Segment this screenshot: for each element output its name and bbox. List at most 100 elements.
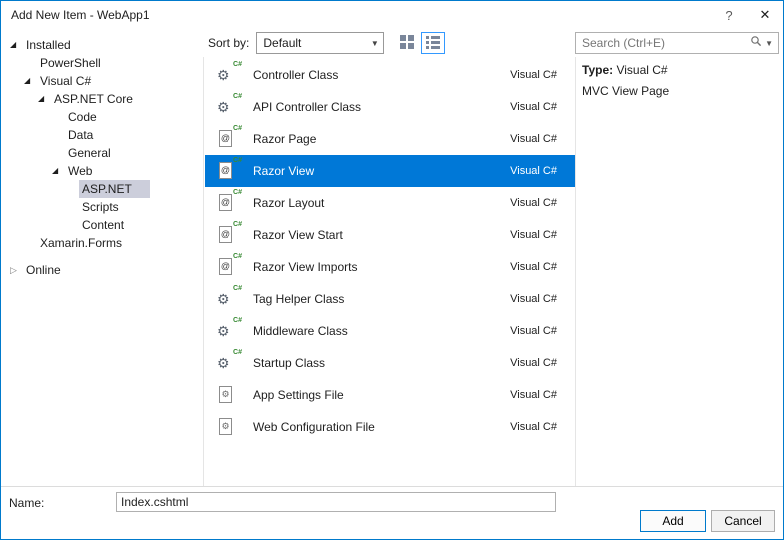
tree-item-general[interactable]: General (2, 144, 202, 162)
template-details: Type: Visual C# MVC View Page (582, 63, 775, 105)
sort-toolbar: Sort by: Default ▼ (208, 32, 446, 54)
template-item-razor-view-start[interactable]: @ C# Razor View Start Visual C# (205, 219, 575, 251)
template-description: MVC View Page (582, 84, 670, 98)
expanded-expander-icon[interactable]: ◢ (52, 162, 65, 180)
list-view-button[interactable] (421, 32, 446, 54)
template-item-razor-layout[interactable]: @ C# Razor Layout Visual C# (205, 187, 575, 219)
tree-item-label: Xamarin.Forms (40, 236, 123, 250)
add-new-item-dialog: Add New Item - WebApp1 ? ✕ ◢ Installed Pow… (0, 0, 784, 540)
tree-item-visual-c[interactable]: ◢ Visual C# (2, 72, 202, 90)
template-item-api-controller-class[interactable]: ⚙ C# API Controller Class Visual C# (205, 91, 575, 123)
tree-item-asp-net[interactable]: ASP.NET (2, 180, 202, 198)
title-bar: Add New Item - WebApp1 ? ✕ (1, 1, 783, 29)
razor-file-icon: @ C# (217, 221, 242, 246)
tree-item-label: Scripts (82, 200, 119, 214)
template-language: Visual C# (510, 229, 557, 241)
tree-item-code[interactable]: Code (2, 108, 202, 126)
list-details-divider (575, 57, 576, 486)
template-item-web-configuration-file[interactable]: ⚙ Web Configuration File Visual C# (205, 411, 575, 443)
razor-file-icon: @ C# (217, 157, 242, 182)
template-language: Visual C# (510, 357, 557, 369)
collapsed-expander-icon[interactable]: ▷ (10, 261, 23, 279)
template-item-startup-class[interactable]: ⚙ C# Startup Class Visual C# (205, 347, 575, 379)
template-language: Visual C# (510, 101, 557, 113)
tree-item-label: Code (68, 110, 97, 124)
close-button[interactable]: ✕ (747, 1, 783, 29)
expanded-expander-icon[interactable]: ◢ (38, 90, 51, 108)
name-label: Name: (9, 496, 45, 510)
razor-file-icon: @ C# (217, 125, 242, 150)
template-item-tag-helper-class[interactable]: ⚙ C# Tag Helper Class Visual C# (205, 283, 575, 315)
sort-dropdown-value: Default (263, 36, 302, 50)
template-item-razor-view-imports[interactable]: @ C# Razor View Imports Visual C# (205, 251, 575, 283)
razor-at-glyph: @ (219, 226, 232, 243)
template-name: Controller Class (253, 68, 339, 82)
search-chevron-down-icon: ▼ (765, 38, 773, 48)
expanded-expander-icon[interactable]: ◢ (10, 36, 23, 54)
gear-glyph: ⚙ (217, 99, 230, 115)
template-item-controller-class[interactable]: ⚙ C# Controller Class Visual C# (205, 59, 575, 91)
tree-item-label: ASP.NET Core (54, 92, 133, 106)
tree-item-installed[interactable]: ◢ Installed (2, 36, 202, 54)
template-name: Startup Class (253, 356, 326, 370)
app-settings-file-icon: ⚙ (217, 384, 241, 406)
tree-item-xamarin-forms[interactable]: Xamarin.Forms (2, 234, 202, 252)
help-button[interactable]: ? (711, 1, 747, 29)
gear-glyph: ⚙ (217, 291, 230, 307)
category-tree: ◢ Installed PowerShell ◢ Visual C# ◢ ASP.NET C… (2, 31, 202, 486)
gear-glyph: ⚙ (217, 323, 230, 339)
tree-item-asp-net-core[interactable]: ◢ ASP.NET Core (2, 90, 202, 108)
csharp-badge: C# (233, 61, 242, 68)
tree-item-data[interactable]: Data (2, 126, 202, 144)
search-box: ▼ (575, 32, 779, 54)
tree-item-label: Web (68, 164, 93, 178)
tree-item-content[interactable]: Content (2, 216, 202, 234)
template-language: Visual C# (510, 69, 557, 81)
template-language: Visual C# (510, 389, 557, 401)
gear-glyph: ⚙ (217, 355, 230, 371)
csharp-badge: C# (233, 93, 242, 100)
template-language: Visual C# (510, 197, 557, 209)
chevron-down-icon: ▼ (370, 38, 379, 48)
type-label: Type: (582, 63, 614, 77)
expanded-expander-icon[interactable]: ◢ (24, 72, 37, 90)
window-title: Add New Item - WebApp1 (11, 8, 150, 22)
list-view-icon (426, 35, 441, 52)
tree-item-label: Installed (26, 38, 71, 52)
tree-item-web[interactable]: ◢ Web (2, 162, 202, 180)
add-button[interactable]: Add (640, 510, 706, 532)
cancel-button[interactable]: Cancel (711, 510, 775, 532)
tree-list-divider (203, 57, 204, 486)
sort-dropdown[interactable]: Default ▼ (256, 32, 385, 54)
razor-at-glyph: @ (219, 258, 232, 275)
search-input[interactable] (576, 36, 749, 50)
template-language: Visual C# (510, 261, 557, 273)
template-item-middleware-class[interactable]: ⚙ C# Middleware Class Visual C# (205, 315, 575, 347)
csharp-badge: C# (233, 349, 242, 356)
razor-file-icon: @ C# (217, 253, 242, 278)
tree-item-label: Data (68, 128, 94, 142)
tree-item-label: General (68, 146, 111, 160)
tree-item-label: PowerShell (40, 56, 101, 70)
tree-item-online[interactable]: ▷ Online (2, 261, 202, 279)
csharp-badge: C# (233, 221, 242, 228)
template-item-app-settings-file[interactable]: ⚙ App Settings File Visual C# (205, 379, 575, 411)
small-icons-view-icon (400, 34, 415, 52)
name-input[interactable] (116, 492, 556, 512)
footer: Name: Add Cancel (1, 487, 783, 539)
template-item-razor-page[interactable]: @ C# Razor Page Visual C# (205, 123, 575, 155)
search-controls[interactable]: ▼ (748, 35, 778, 51)
template-item-razor-view[interactable]: @ C# Razor View Visual C# (205, 155, 575, 187)
tree-item-powershell[interactable]: PowerShell (2, 54, 202, 72)
template-name: API Controller Class (253, 100, 362, 114)
tree-item-label: Visual C# (40, 74, 92, 88)
sort-by-label: Sort by: (208, 36, 250, 50)
template-name: Razor View Start (253, 228, 343, 242)
razor-file-icon: @ C# (217, 189, 242, 214)
csharp-badge: C# (233, 157, 242, 164)
tree-item-scripts[interactable]: Scripts (2, 198, 202, 216)
csharp-badge: C# (233, 285, 242, 292)
type-value: Visual C# (616, 63, 668, 77)
template-list: ⚙ C# Controller Class Visual C# ⚙ C# API Contr… (205, 59, 575, 486)
small-icons-view-button[interactable] (395, 32, 419, 54)
